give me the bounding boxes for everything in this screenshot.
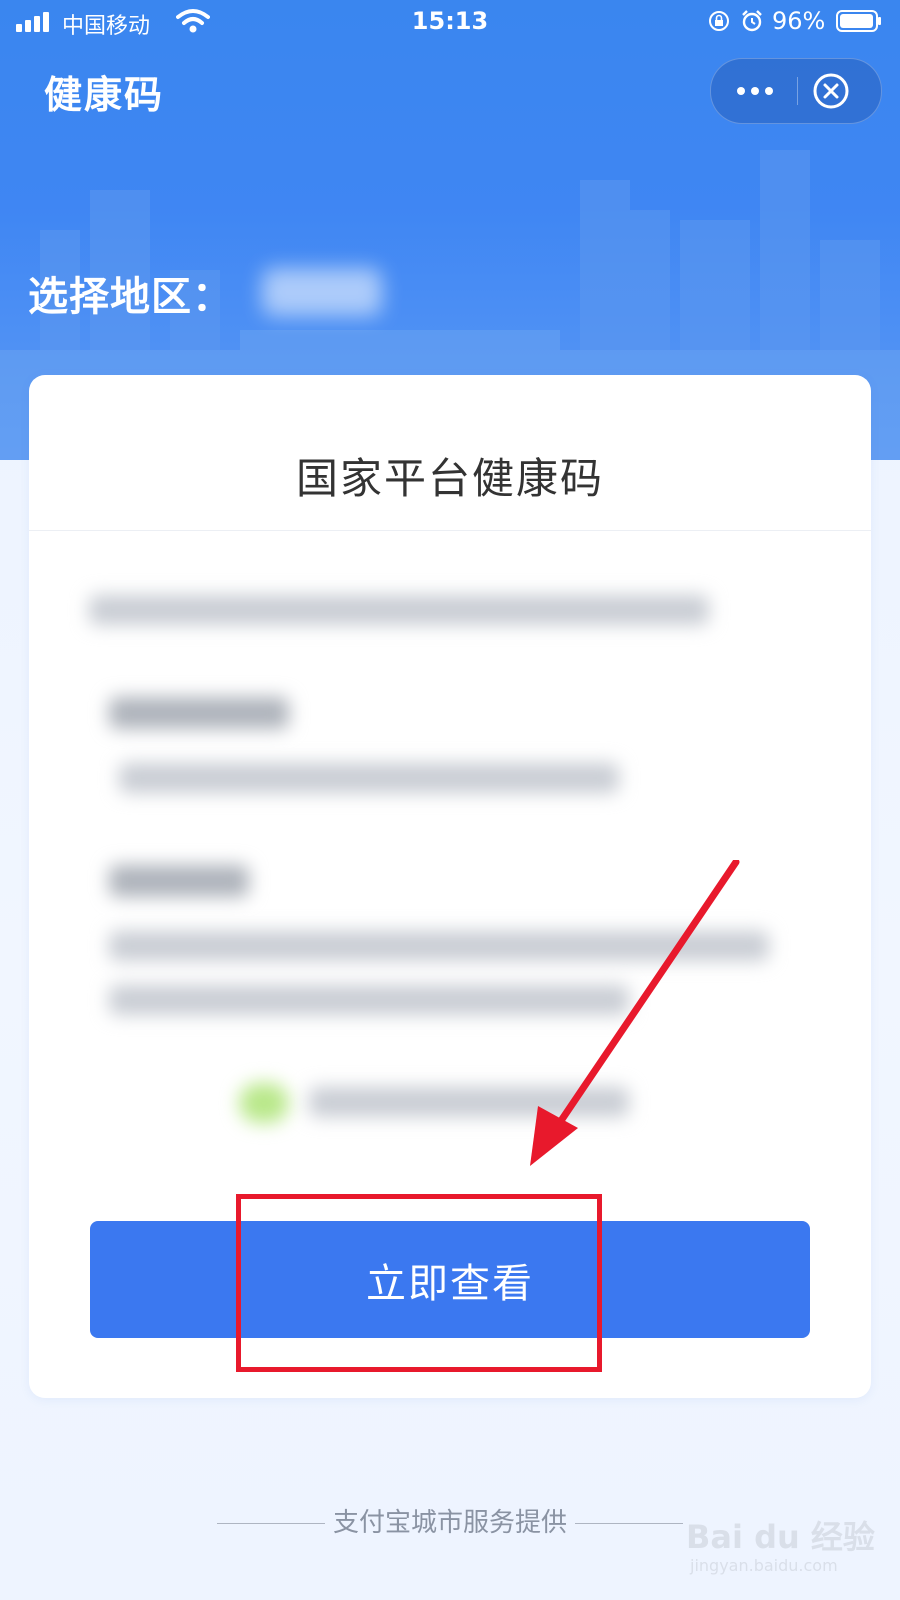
region-label: 选择地区： xyxy=(28,274,233,320)
more-button[interactable] xyxy=(711,59,797,123)
blurred-text xyxy=(119,763,619,793)
blurred-text xyxy=(109,985,629,1015)
watermark-brand: Bai du 经验 xyxy=(686,1518,875,1556)
miniapp-capsule xyxy=(710,58,882,124)
capsule-divider xyxy=(797,77,798,105)
status-bar: 中国移动 15:13 96% xyxy=(0,0,900,44)
blurred-text xyxy=(89,595,709,625)
region-selector[interactable] xyxy=(262,268,382,316)
blurred-checkbox[interactable] xyxy=(239,1083,289,1123)
baidu-watermark: Bai du 经验 jingyan.baidu.com xyxy=(686,1512,886,1592)
card-title: 国家平台健康码 xyxy=(295,454,604,503)
footer-line-right xyxy=(575,1523,684,1524)
card-divider xyxy=(29,530,871,531)
close-icon[interactable] xyxy=(811,71,851,111)
alarm-icon xyxy=(742,10,762,32)
clock-time: 15:13 xyxy=(411,7,489,35)
page-title: 健康码 xyxy=(44,73,165,117)
footer-text: 支付宝城市服务提供 xyxy=(332,1508,567,1538)
battery-icon xyxy=(836,10,881,32)
watermark-url: jingyan.baidu.com xyxy=(690,1556,838,1575)
blurred-heading xyxy=(109,865,249,897)
footer-line-left xyxy=(216,1523,325,1524)
health-code-card: 国家平台健康码 立即查看 xyxy=(29,375,871,1398)
rotation-lock-icon xyxy=(709,11,729,31)
blurred-heading xyxy=(109,697,289,729)
blurred-agreement-text xyxy=(309,1087,629,1117)
view-now-button[interactable]: 立即查看 xyxy=(90,1221,810,1338)
blurred-text xyxy=(109,931,769,961)
battery-percent: 96% xyxy=(772,7,826,35)
